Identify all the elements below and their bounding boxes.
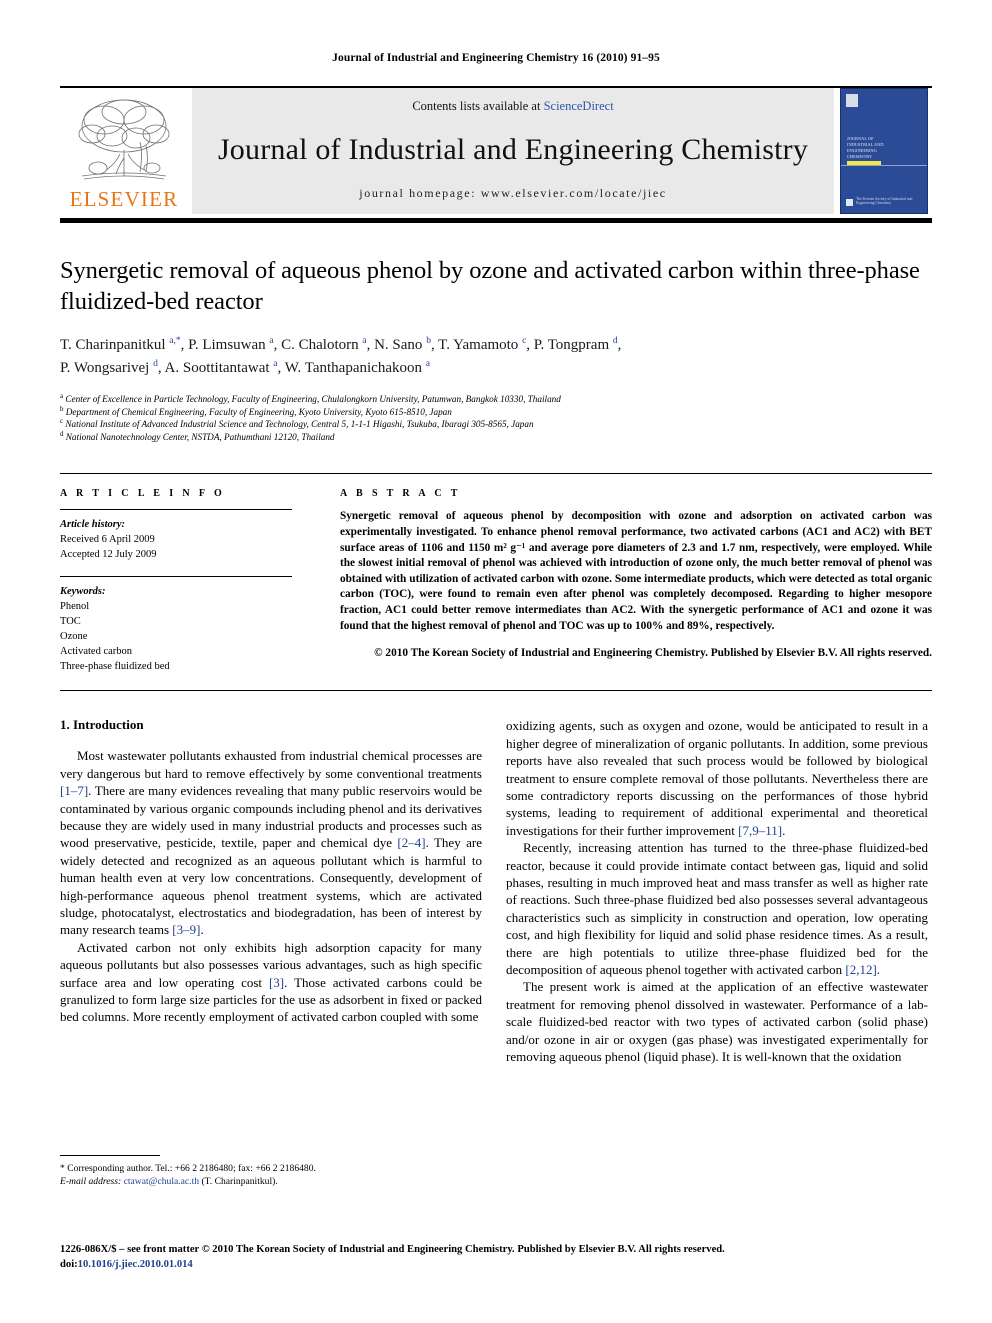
paragraph: Recently, increasing attention has turne… bbox=[506, 840, 928, 978]
cover-title-line3: ENGINEERING bbox=[847, 148, 877, 153]
affiliation-mark: b bbox=[60, 404, 64, 413]
elsevier-wordmark: ELSEVIER bbox=[69, 187, 179, 211]
paragraph: oxidizing agents, such as oxygen and ozo… bbox=[506, 718, 928, 838]
keyword-item: Ozone bbox=[60, 631, 88, 643]
article-page: Journal of Industrial and Engineering Ch… bbox=[0, 0, 992, 1323]
accepted-date: Accepted 12 July 2009 bbox=[60, 549, 157, 561]
affiliation-mark: d bbox=[60, 429, 64, 438]
page-title: Synergetic removal of aqueous phenol by … bbox=[60, 257, 920, 315]
cover-image: JOURNAL OF INDUSTRIAL AND ENGINEERING CH… bbox=[840, 88, 928, 214]
cover-title-line2: INDUSTRIAL AND bbox=[847, 142, 884, 147]
paragraph: Most wastewater pollutants exhausted fro… bbox=[60, 748, 482, 938]
article-info-rule-mid bbox=[60, 576, 292, 578]
keyword-item: Activated carbon bbox=[60, 646, 133, 658]
masthead-center: Contents lists available at ScienceDirec… bbox=[192, 88, 834, 214]
paragraph: Activated carbon not only exhibits high … bbox=[60, 939, 482, 1025]
elsevier-logo: ELSEVIER bbox=[60, 88, 188, 214]
corresponding-author-line: * Corresponding author. Tel.: +66 2 2186… bbox=[60, 1163, 316, 1174]
abstract-column: A B S T R A C T Synergetic removal of aq… bbox=[312, 488, 932, 674]
email-link[interactable]: ctawat@chula.ac.th bbox=[124, 1176, 199, 1187]
body-column-right: oxidizing agents, such as oxygen and ozo… bbox=[506, 717, 928, 1065]
cover-top-marker bbox=[846, 94, 858, 107]
cover-society-mark bbox=[846, 199, 853, 206]
info-abstract-band: A R T I C L E I N F O Article history: R… bbox=[60, 473, 932, 692]
article-info-rule-top bbox=[60, 509, 292, 511]
keyword-item: Phenol bbox=[60, 601, 90, 613]
affiliation-item: b Department of Chemical Engineering, Fa… bbox=[60, 404, 932, 419]
elsevier-tree-icon bbox=[78, 99, 170, 180]
contents-prefix: Contents lists available at bbox=[412, 99, 544, 113]
doi-line: doi:10.1016/j.jiec.2010.01.014 bbox=[60, 1258, 932, 1273]
corresponding-author-footnote: * Corresponding author. Tel.: +66 2 2186… bbox=[60, 1155, 482, 1189]
doi-prefix: doi: bbox=[60, 1258, 78, 1270]
cover-title-line1: JOURNAL OF bbox=[847, 136, 874, 141]
cover-divider bbox=[841, 165, 927, 166]
journal-title: Journal of Industrial and Engineering Ch… bbox=[217, 133, 809, 166]
author-list: T. Charinpanitkul a,*, P. Limsuwan a, C.… bbox=[60, 334, 932, 380]
affiliation-text: National Institute of Advanced Industria… bbox=[65, 419, 534, 430]
journal-homepage-link[interactable]: journal homepage: www.elsevier.com/locat… bbox=[359, 186, 666, 201]
affiliation-text: National Nanotechnology Center, NSTDA, P… bbox=[65, 431, 335, 442]
body-columns: 1. Introduction Most wastewater pollutan… bbox=[60, 717, 932, 1065]
affiliation-item: d National Nanotechnology Center, NSTDA,… bbox=[60, 429, 932, 444]
article-info-column: A R T I C L E I N F O Article history: R… bbox=[60, 488, 312, 674]
affiliation-list: a Center of Excellence in Particle Techn… bbox=[60, 391, 932, 444]
abstract-text: Synergetic removal of aqueous phenol by … bbox=[340, 510, 932, 632]
footnote-rule bbox=[60, 1155, 160, 1156]
issn-copyright-line: 1226-086X/$ – see front matter © 2010 Th… bbox=[60, 1244, 725, 1255]
cover-title-line4: CHEMISTRY bbox=[847, 154, 873, 159]
cover-society-name: The Korean Society of Industrial and Eng… bbox=[856, 196, 913, 206]
running-head: Journal of Industrial and Engineering Ch… bbox=[332, 52, 660, 64]
contents-available-line: Contents lists available at ScienceDirec… bbox=[412, 99, 613, 114]
affiliation-item: c National Institute of Advanced Industr… bbox=[60, 418, 932, 431]
section-heading-introduction: 1. Introduction bbox=[60, 717, 144, 733]
sciencedirect-link[interactable]: ScienceDirect bbox=[544, 99, 614, 113]
journal-cover-thumbnail: JOURNAL OF INDUSTRIAL AND ENGINEERING CH… bbox=[840, 88, 932, 214]
affiliation-mark: a bbox=[60, 391, 64, 400]
affiliation-item: a Center of Excellence in Particle Techn… bbox=[60, 391, 932, 406]
abstract-copyright: © 2010 The Korean Society of Industrial … bbox=[374, 647, 932, 660]
doi-link[interactable]: 10.1016/j.jiec.2010.01.014 bbox=[78, 1259, 193, 1270]
affiliation-text: Center of Excellence in Particle Technol… bbox=[65, 394, 561, 404]
received-date: Received 6 April 2009 bbox=[60, 534, 155, 546]
keyword-item: TOC bbox=[60, 616, 81, 628]
affiliation-text: Department of Chemical Engineering, Facu… bbox=[65, 406, 452, 417]
masthead-bottom-rule bbox=[60, 218, 932, 223]
article-info-heading: A R T I C L E I N F O bbox=[60, 488, 226, 500]
keyword-item: Three-phase fluidized bed bbox=[60, 661, 170, 673]
keywords-label: Keywords: bbox=[60, 586, 106, 598]
article-history-label: Article history: bbox=[60, 519, 126, 531]
journal-masthead: ELSEVIER Contents lists available at Sci… bbox=[60, 86, 932, 214]
email-suffix: (T. Charinpanitkul). bbox=[201, 1176, 278, 1188]
author-line-2: P. Wongsarivej d, A. Soottitantawat a, W… bbox=[60, 359, 430, 376]
body-column-left: 1. Introduction Most wastewater pollutan… bbox=[60, 717, 482, 1065]
page-footer: 1226-086X/$ – see front matter © 2010 Th… bbox=[60, 1243, 932, 1272]
paragraph: The present work is aimed at the applica… bbox=[506, 979, 928, 1065]
abstract-heading: A B S T R A C T bbox=[340, 488, 461, 500]
email-line: E-mail address: ctawat@chula.ac.th (T. C… bbox=[60, 1175, 482, 1188]
affiliation-mark: c bbox=[60, 417, 64, 426]
email-label: E-mail address: bbox=[60, 1176, 122, 1188]
author-line-1: T. Charinpanitkul a,*, P. Limsuwan a, C.… bbox=[60, 336, 622, 353]
